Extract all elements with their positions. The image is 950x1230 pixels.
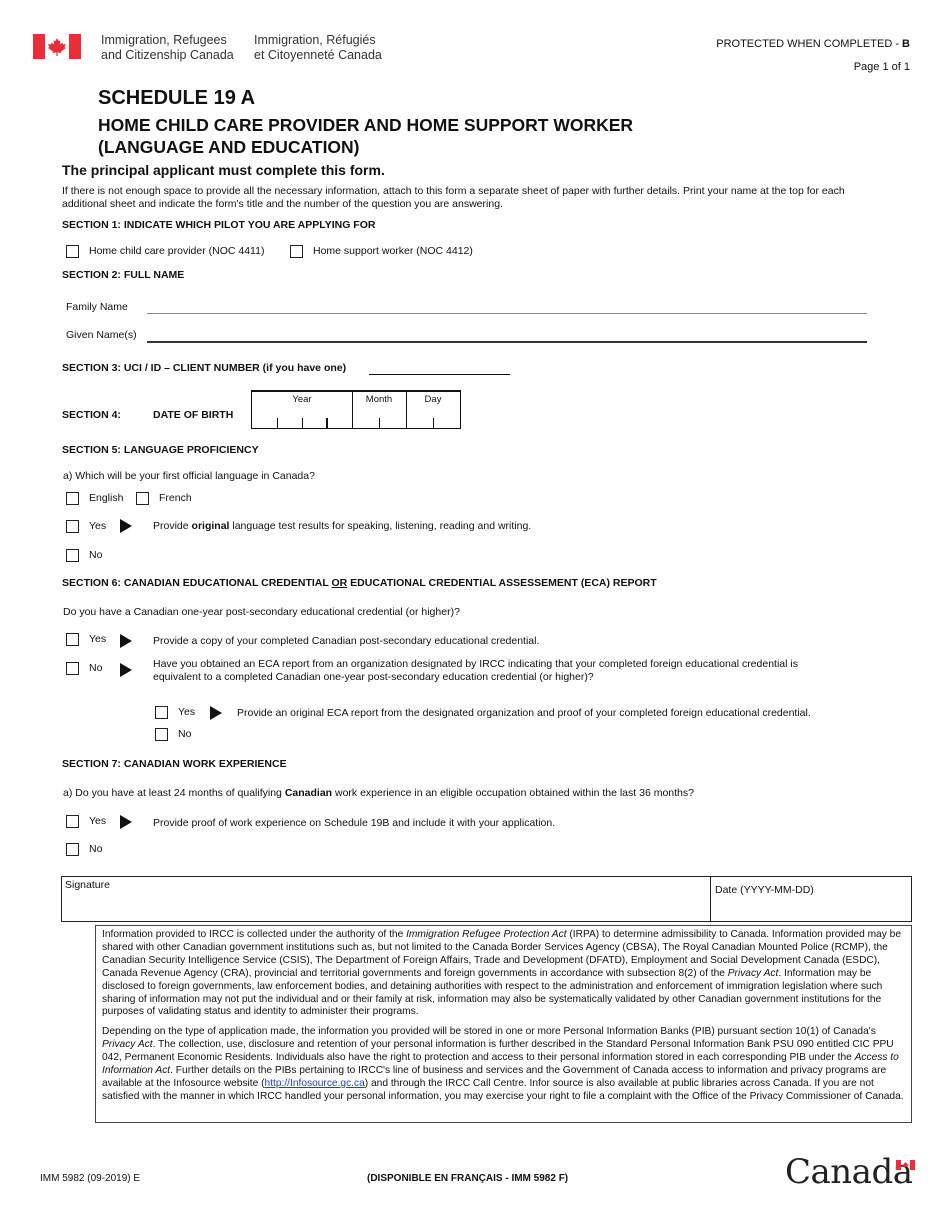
language-yes-instruction: Provide original language test results f… xyxy=(153,520,532,532)
section5-question: a) Which will be your first official lan… xyxy=(63,470,315,482)
protected-label: PROTECTED WHEN COMPLETED - xyxy=(716,38,903,50)
form-title-line2: (LANGUAGE AND EDUCATION) xyxy=(98,137,360,157)
section4-heading: SECTION 4: xyxy=(62,409,121,421)
checkbox-home-support-worker[interactable] xyxy=(290,245,303,258)
arrow-right-icon xyxy=(120,519,132,533)
section7-heading: SECTION 7: CANADIAN WORK EXPERIENCE xyxy=(62,758,287,770)
protected-notice: PROTECTED WHEN COMPLETED - B xyxy=(716,38,910,50)
privacy-paragraph-1: Information provided to IRCC is collecte… xyxy=(102,929,901,1018)
uci-client-number-field[interactable] xyxy=(369,374,510,375)
checkbox-language-yes[interactable] xyxy=(66,520,79,533)
arrow-right-icon xyxy=(120,634,132,648)
canada-wordmark-flag-icon xyxy=(896,1160,915,1170)
principal-applicant-note: The principal applicant must complete th… xyxy=(62,162,385,178)
section7-question: a) Do you have at least 24 months of qua… xyxy=(63,787,694,799)
checkbox-credential-yes[interactable] xyxy=(66,633,79,646)
work-no-label: No xyxy=(89,843,103,855)
signature-field[interactable] xyxy=(62,877,710,921)
schedule-title: SCHEDULE 19 A xyxy=(98,87,256,109)
credential-yes-label: Yes xyxy=(89,633,107,645)
section6-heading: SECTION 6: CANADIAN EDUCATIONAL CREDENTI… xyxy=(62,577,657,589)
canada-wordmark: Canada xyxy=(785,1152,913,1192)
section3-heading: SECTION 3: UCI / ID – CLIENT NUMBER (if … xyxy=(62,362,347,374)
language-yes-label: Yes xyxy=(89,520,107,532)
eca-yes-label: Yes xyxy=(178,706,196,718)
eca-question: Have you obtained an ECA report from an … xyxy=(153,658,798,683)
dept-en-line1: Immigration, Refugees xyxy=(101,33,227,47)
french-label: French xyxy=(159,492,192,504)
checkbox-work-no[interactable] xyxy=(66,843,79,856)
date-field[interactable]: Date (YYYY-MM-DD) xyxy=(710,877,911,921)
checkbox-work-yes[interactable] xyxy=(66,815,79,828)
checkbox-english[interactable] xyxy=(66,492,79,505)
section1-heading: SECTION 1: INDICATE WHICH PILOT YOU ARE … xyxy=(62,219,376,231)
french-version-note: (DISPONIBLE EN FRANÇAIS - IMM 5982 F) xyxy=(367,1173,569,1184)
checkbox-eca-no[interactable] xyxy=(155,728,168,741)
form-title: HOME CHILD CARE PROVIDER AND HOME SUPPOR… xyxy=(98,114,633,158)
arrow-right-icon xyxy=(210,706,222,720)
eca-no-label: No xyxy=(178,728,192,740)
work-yes-instruction: Provide proof of work experience on Sche… xyxy=(153,817,556,829)
arrow-right-icon xyxy=(120,815,132,829)
section5-heading: SECTION 5: LANGUAGE PROFICIENCY xyxy=(62,444,259,456)
instructions-text: If there is not enough space to provide … xyxy=(62,185,845,210)
form-number: IMM 5982 (09-2019) E xyxy=(40,1173,141,1184)
language-no-label: No xyxy=(89,549,103,561)
family-name-field[interactable] xyxy=(147,313,867,314)
dob-month-label: Month xyxy=(365,394,393,405)
page-number: Page 1 of 1 xyxy=(853,61,910,73)
date-of-birth-field[interactable]: Year Month Day xyxy=(251,390,461,429)
credential-no-label: No xyxy=(89,662,103,674)
eca-yes-instruction: Provide an original ECA report from the … xyxy=(237,707,811,719)
canada-flag-icon xyxy=(33,34,81,59)
form-title-line1: HOME CHILD CARE PROVIDER AND HOME SUPPOR… xyxy=(98,115,634,135)
dob-day-label: Day xyxy=(424,394,442,405)
option-home-child-care-label: Home child care provider (NOC 4411) xyxy=(89,245,265,257)
dept-fr-line2: et Citoyenneté Canada xyxy=(254,48,382,62)
checkbox-french[interactable] xyxy=(136,492,149,505)
signature-date-block: Signature Date (YYYY-MM-DD) xyxy=(61,876,912,922)
english-label: English xyxy=(89,492,124,504)
checkbox-credential-no[interactable] xyxy=(66,662,79,675)
checkbox-home-child-care[interactable] xyxy=(66,245,79,258)
dob-year-label: Year xyxy=(292,394,312,405)
dept-fr-line1: Immigration, Réfugiés xyxy=(254,33,376,47)
privacy-paragraph-2: Depending on the type of application mad… xyxy=(102,1026,904,1102)
protected-level: B xyxy=(902,38,910,50)
section6-question: Do you have a Canadian one-year post-sec… xyxy=(63,606,460,618)
given-name-label: Given Name(s) xyxy=(66,329,137,341)
dept-en-line2: and Citizenship Canada xyxy=(101,48,234,62)
section2-heading: SECTION 2: FULL NAME xyxy=(62,269,185,281)
department-name-french: Immigration, Réfugiés et Citoyenneté Can… xyxy=(254,33,382,63)
date-label: Date (YYYY-MM-DD) xyxy=(715,884,814,896)
checkbox-eca-yes[interactable] xyxy=(155,706,168,719)
infosource-link[interactable]: http://Infosource.gc.ca xyxy=(265,1078,365,1089)
department-name-english: Immigration, Refugees and Citizenship Ca… xyxy=(101,33,234,63)
credential-yes-instruction: Provide a copy of your completed Canadia… xyxy=(153,635,540,647)
arrow-right-icon xyxy=(120,663,132,677)
family-name-label: Family Name xyxy=(66,301,128,313)
checkbox-language-no[interactable] xyxy=(66,549,79,562)
given-name-field[interactable] xyxy=(147,341,867,343)
date-of-birth-label: DATE OF BIRTH xyxy=(153,409,234,421)
option-home-support-worker-label: Home support worker (NOC 4412) xyxy=(313,245,473,257)
privacy-notice: Information provided to IRCC is collecte… xyxy=(95,925,912,1123)
work-yes-label: Yes xyxy=(89,815,107,827)
